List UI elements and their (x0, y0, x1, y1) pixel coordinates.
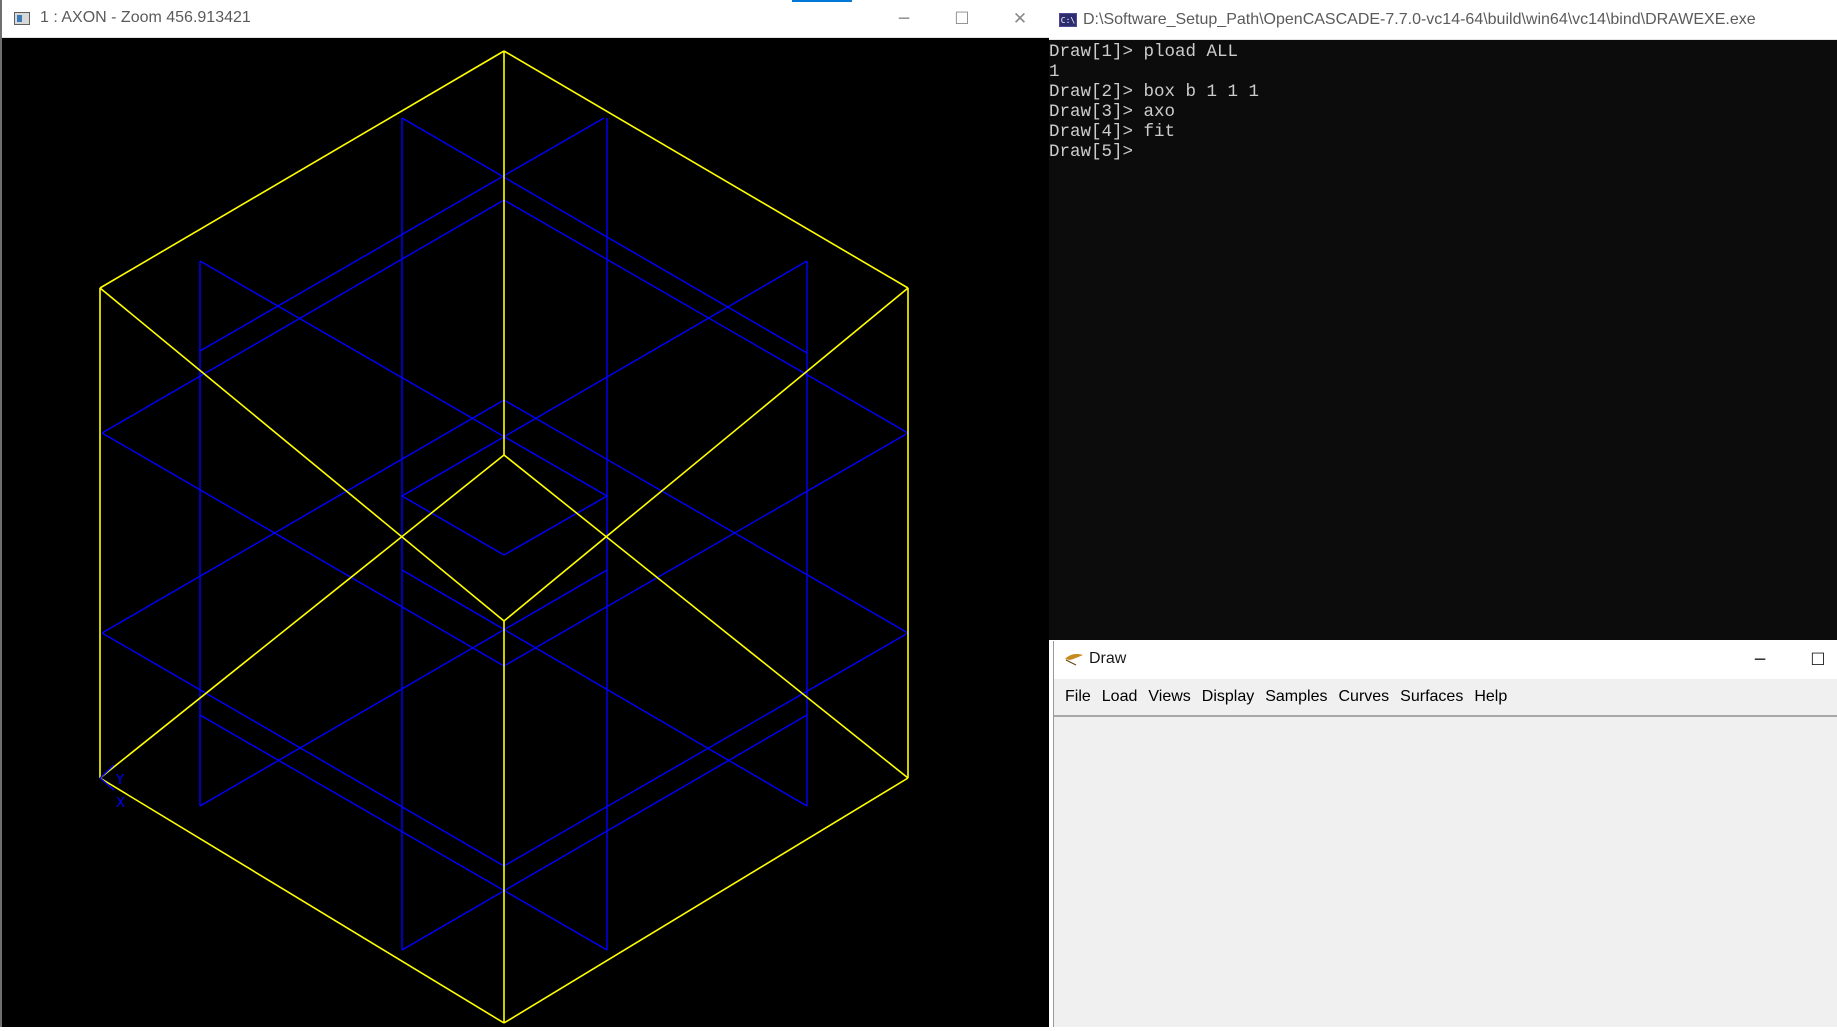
axis-x-line (99, 777, 115, 791)
console-line: Draw[4]> fit (1049, 122, 1176, 142)
viewer-canvas[interactable]: Y X (2, 38, 1049, 1027)
iso-line (101, 399, 505, 634)
box-edge (99, 287, 505, 622)
menu-file[interactable]: File (1063, 684, 1098, 710)
close-icon: ✕ (1012, 9, 1028, 29)
minimize-icon: ─ (1754, 650, 1766, 670)
menu-help[interactable]: Help (1472, 684, 1514, 710)
draw-minimize-button[interactable]: ─ (1737, 641, 1783, 679)
axis-trihedron: Y X (99, 764, 125, 811)
box-edge (503, 777, 909, 1024)
iso-line (199, 714, 608, 951)
console-titlebar[interactable]: C:\ D:\Software_Setup_Path\OpenCASCADE-7… (1049, 0, 1837, 40)
menu-load[interactable]: Load (1100, 684, 1145, 710)
box-edge (503, 287, 909, 622)
axon-window-title: 1 : AXON - Zoom 456.913421 (40, 9, 251, 26)
axis-x-label: X (116, 796, 125, 811)
console-window: C:\ D:\Software_Setup_Path\OpenCASCADE-7… (1049, 0, 1837, 640)
iso-line (101, 199, 505, 434)
box-edge (99, 50, 505, 289)
iso-line (199, 569, 608, 807)
maximize-icon: ☐ (954, 9, 970, 29)
minimize-icon: ─ (898, 9, 910, 29)
menu-display[interactable]: Display (1200, 684, 1261, 710)
iso-line (101, 632, 505, 867)
axon-titlebar[interactable]: 1 : AXON - Zoom 456.913421 ─ ☐ ✕ (2, 0, 1049, 38)
iso-line (401, 569, 808, 807)
draw-titlebar[interactable]: Draw ─ ☐ (1054, 641, 1837, 679)
iso-line (503, 199, 909, 434)
iso-line (503, 432, 909, 667)
minimize-button[interactable]: ─ (881, 0, 927, 38)
iso-line (401, 495, 505, 556)
draw-maximize-button[interactable]: ☐ (1795, 641, 1837, 679)
iso-line (401, 714, 808, 951)
console-output[interactable]: Draw[1]> pload ALL 1 Draw[2]> box b 1 1 … (1049, 40, 1837, 640)
console-line: 1 (1049, 62, 1060, 82)
menu-samples[interactable]: Samples (1263, 684, 1334, 710)
viewer-app-icon (14, 12, 30, 25)
menu-views[interactable]: Views (1146, 684, 1197, 710)
wireframe-box-drawing: Y X (99, 50, 909, 1024)
box-edge (503, 50, 909, 289)
menu-curves[interactable]: Curves (1336, 684, 1396, 710)
console-app-icon: C:\ (1059, 13, 1077, 27)
iso-line (199, 260, 608, 497)
shape-edges (99, 50, 909, 1024)
taskbar-focus-indicator (792, 0, 852, 2)
menu-surfaces[interactable]: Surfaces (1398, 684, 1470, 710)
box-edge (99, 777, 505, 1024)
draw-menubar: File Load Views Display Samples Curves S… (1054, 679, 1837, 717)
axis-y-line (99, 764, 115, 779)
axis-y-label: Y (115, 773, 124, 788)
console-prompt-line[interactable]: Draw[5]> (1049, 142, 1837, 162)
console-line: Draw[2]> box b 1 1 1 (1049, 82, 1260, 102)
box-edge (99, 454, 505, 779)
box-edge (503, 454, 909, 779)
draw-window-title: Draw (1089, 650, 1127, 667)
isoparametric-lines (101, 117, 909, 951)
iso-line (503, 399, 909, 634)
console-line: Draw[1]> pload ALL (1049, 42, 1239, 62)
axon-viewer-window: 1 : AXON - Zoom 456.913421 ─ ☐ ✕ Y X (0, 0, 1049, 1027)
console-line: Draw[3]> axo (1049, 102, 1176, 122)
feather-icon (1065, 654, 1083, 666)
console-window-title: D:\Software_Setup_Path\OpenCASCADE-7.7.0… (1083, 11, 1756, 28)
maximize-button[interactable]: ☐ (939, 0, 985, 38)
draw-content-area (1054, 717, 1837, 1027)
draw-menu-window: Draw ─ ☐ File Load Views Display Samples… (1053, 641, 1837, 1027)
close-button[interactable]: ✕ (997, 0, 1043, 38)
iso-line (401, 260, 808, 497)
iso-line (503, 632, 909, 867)
maximize-icon: ☐ (1810, 650, 1826, 670)
iso-line (101, 432, 505, 667)
iso-line (401, 117, 808, 354)
